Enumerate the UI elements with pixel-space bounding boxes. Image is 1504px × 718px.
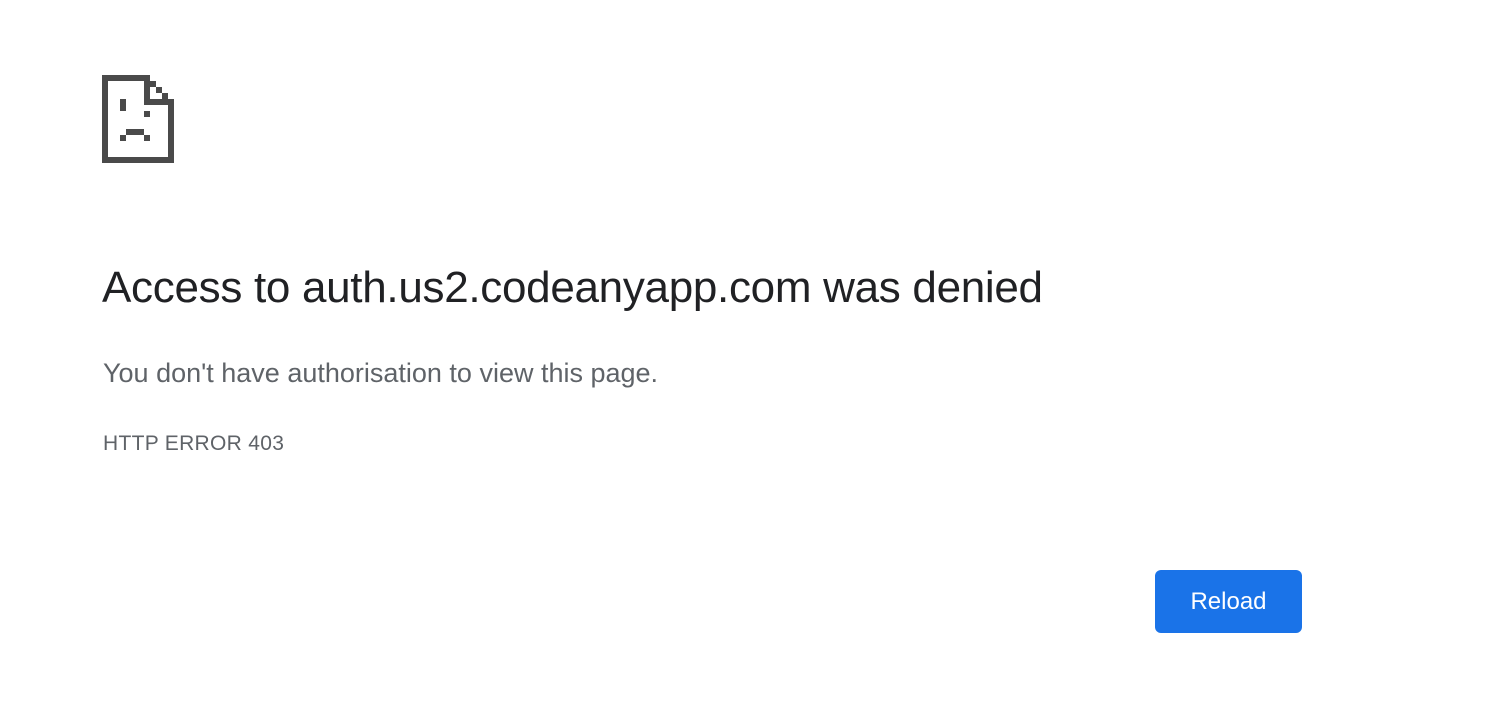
page-title: Access to auth.us2.codeanyapp.com was de… (102, 263, 1043, 312)
reload-button[interactable]: Reload (1155, 570, 1302, 633)
sad-document-icon (102, 75, 174, 163)
error-code: HTTP ERROR 403 (103, 432, 285, 455)
error-page: Access to auth.us2.codeanyapp.com was de… (0, 0, 1504, 718)
error-message: You don't have authorisation to view thi… (103, 358, 659, 388)
